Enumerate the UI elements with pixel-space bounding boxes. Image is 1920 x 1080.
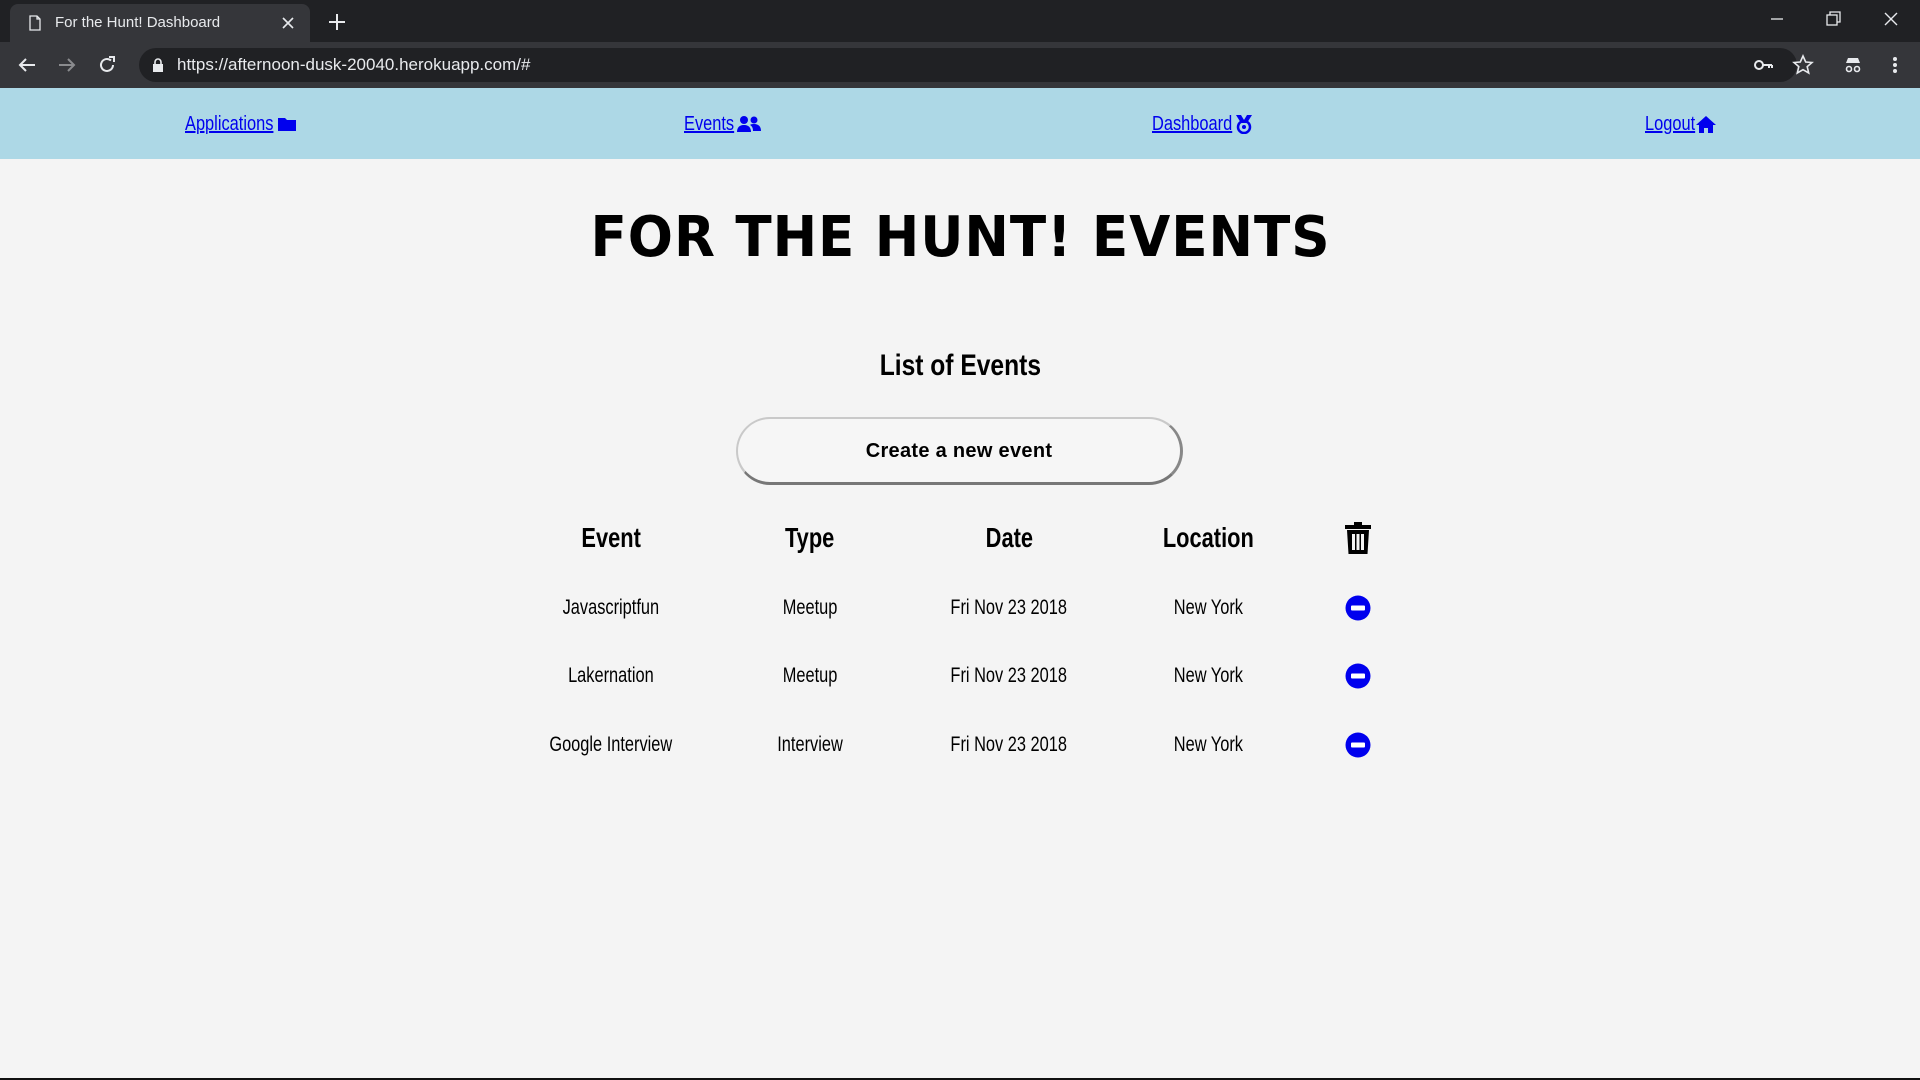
- kebab-menu-icon[interactable]: [1884, 54, 1906, 76]
- brand-title-text: FOR THE HUNT! EVENTS: [589, 205, 1331, 270]
- column-header-date-text: Date: [985, 522, 1033, 553]
- cell-event: Google Interview: [511, 733, 711, 757]
- minimize-icon[interactable]: [1766, 8, 1788, 30]
- cell-date: Fri Nov 23 2018: [909, 733, 1109, 757]
- browser-tab-strip: For the Hunt! Dashboard: [0, 0, 1920, 42]
- column-header-location-text: Location: [1162, 522, 1254, 553]
- cell-type-text: Meetup: [782, 596, 838, 619]
- brand-title: FOR THE HUNT! EVENTS: [0, 205, 1920, 270]
- browser-toolbar: https://afternoon-dusk-20040.herokuapp.c…: [0, 42, 1920, 88]
- site-nav: Applications Events Dashboard Logout: [0, 88, 1920, 159]
- cell-location: New York: [1108, 596, 1308, 620]
- cell-date: Fri Nov 23 2018: [909, 664, 1109, 688]
- cell-event-text: Google Interview: [549, 733, 673, 756]
- nav-events-link[interactable]: Events: [684, 110, 762, 138]
- cell-date-text: Fri Nov 23 2018: [950, 664, 1068, 687]
- cell-location-text: New York: [1173, 733, 1243, 756]
- cell-type: Interview: [710, 733, 910, 757]
- new-tab-icon[interactable]: [326, 11, 348, 33]
- cell-date-text: Fri Nov 23 2018: [950, 596, 1068, 619]
- cell-type: Meetup: [710, 664, 910, 688]
- list-title-text: List of Events: [879, 349, 1041, 382]
- remove-event-button[interactable]: [1345, 595, 1371, 621]
- column-header-type-text: Type: [785, 522, 835, 553]
- cell-event: Javascriptfun: [511, 596, 711, 620]
- home-icon: [1696, 116, 1717, 133]
- incognito-icon[interactable]: [1842, 54, 1864, 76]
- nav-logout-label: Logout: [1645, 112, 1696, 135]
- bookmark-star-icon[interactable]: [1792, 54, 1814, 76]
- browser-tab[interactable]: For the Hunt! Dashboard: [10, 4, 310, 42]
- key-icon[interactable]: [1752, 54, 1774, 76]
- nav-events-label: Events: [684, 112, 735, 135]
- cell-location: New York: [1108, 664, 1308, 688]
- remove-event-button[interactable]: [1345, 732, 1371, 758]
- close-window-icon[interactable]: [1880, 8, 1902, 30]
- list-title: List of Events: [0, 349, 1920, 383]
- url-text: https://afternoon-dusk-20040.herokuapp.c…: [177, 55, 531, 74]
- cell-location-text: New York: [1173, 664, 1243, 687]
- back-arrow-icon[interactable]: [16, 54, 38, 76]
- cell-event-text: Lakernation: [568, 664, 654, 687]
- cell-type-text: Interview: [777, 733, 843, 756]
- nav-dashboard-label: Dashboard: [1152, 112, 1233, 135]
- trash-icon: [1345, 522, 1371, 554]
- column-header-event: Event: [511, 522, 711, 554]
- reload-icon[interactable]: [96, 54, 118, 76]
- users-icon: [737, 116, 762, 132]
- close-tab-icon[interactable]: [280, 15, 296, 31]
- column-header-location: Location: [1108, 522, 1308, 554]
- tab-title: For the Hunt! Dashboard: [55, 14, 221, 31]
- nav-applications-label: Applications: [185, 112, 274, 135]
- column-header-event-text: Event: [581, 522, 641, 553]
- cell-date-text: Fri Nov 23 2018: [950, 733, 1068, 756]
- cell-event: Lakernation: [511, 664, 711, 688]
- nav-applications-link[interactable]: Applications: [185, 110, 298, 138]
- folder-icon: [277, 118, 296, 131]
- cell-location: New York: [1108, 733, 1308, 757]
- lock-icon: [153, 58, 163, 72]
- cell-date: Fri Nov 23 2018: [909, 596, 1109, 620]
- cell-type-text: Meetup: [782, 664, 838, 687]
- create-event-button[interactable]: Create a new event: [736, 417, 1183, 485]
- nav-logout-link[interactable]: Logout: [1645, 110, 1717, 138]
- column-header-type: Type: [710, 522, 910, 554]
- cell-event-text: Javascriptfun: [562, 596, 660, 619]
- cell-location-text: New York: [1173, 596, 1243, 619]
- forward-arrow-icon[interactable]: [56, 54, 78, 76]
- column-header-date: Date: [909, 522, 1109, 554]
- remove-event-button[interactable]: [1345, 663, 1371, 689]
- cell-type: Meetup: [710, 596, 910, 620]
- nav-dashboard-link[interactable]: Dashboard: [1152, 110, 1255, 138]
- restore-icon[interactable]: [1822, 8, 1844, 30]
- page-icon: [29, 15, 41, 31]
- address-bar[interactable]: https://afternoon-dusk-20040.herokuapp.c…: [139, 48, 1797, 82]
- medal-icon: [1235, 115, 1252, 134]
